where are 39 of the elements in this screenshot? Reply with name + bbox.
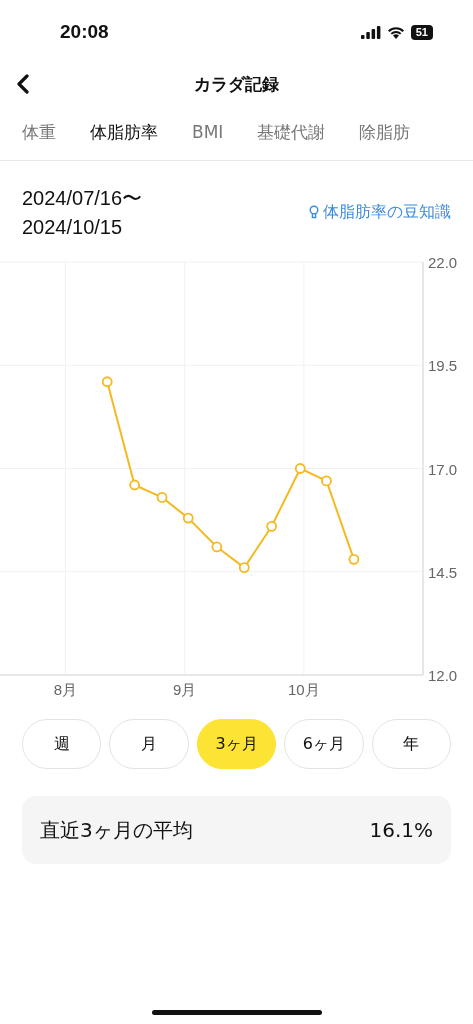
range-button[interactable]: 年: [371, 719, 452, 769]
range-button[interactable]: 月: [109, 719, 189, 769]
range-button[interactable]: 3ヶ月: [196, 719, 277, 769]
metric-tab[interactable]: 基礎代謝: [257, 120, 326, 144]
data-point: [101, 376, 113, 388]
data-point: [238, 562, 250, 573]
battery-indicator: 51: [410, 24, 433, 40]
wifi-icon: [386, 25, 405, 39]
x-axis-label: 8月: [53, 681, 78, 698]
screen-title: カラダ記録: [194, 72, 279, 96]
y-axis-label: 22.0: [428, 254, 458, 271]
y-axis-label: 14.5: [428, 563, 458, 581]
x-axis-label: 9月: [173, 681, 197, 698]
lightbulb-icon: [309, 205, 319, 219]
average-value: 16.1%: [369, 818, 433, 842]
metric-tab[interactable]: BMI: [192, 122, 224, 142]
data-point: [156, 492, 168, 503]
average-label: 直近3ヶ月の平均: [40, 816, 193, 844]
status-time: 20:08: [60, 21, 109, 43]
range-button[interactable]: 週: [22, 719, 102, 769]
data-point: [129, 479, 141, 491]
data-point: [211, 541, 223, 553]
end-date: 2024/10/15: [22, 216, 124, 239]
data-point: [321, 475, 332, 487]
metric-tab[interactable]: 体脂肪率: [90, 120, 158, 144]
metric-tab[interactable]: 体重: [22, 120, 56, 144]
y-axis-label: 12.0: [428, 667, 458, 684]
y-axis-label: 19.5: [428, 357, 458, 375]
y-axis-label: 17.0: [428, 460, 458, 478]
range-button[interactable]: 6ヶ月: [284, 719, 364, 769]
data-point: [266, 520, 278, 532]
data-point: [348, 553, 360, 565]
data-point: [182, 512, 194, 524]
signal-icon: [360, 25, 381, 39]
data-point: [294, 463, 306, 474]
start-date: 2024/07/16〜: [22, 186, 143, 211]
x-axis-label: 10月: [288, 681, 320, 698]
tips-link[interactable]: 体脂肪率の豆知識: [309, 201, 451, 223]
metric-tab[interactable]: 除脂肪: [359, 120, 411, 144]
